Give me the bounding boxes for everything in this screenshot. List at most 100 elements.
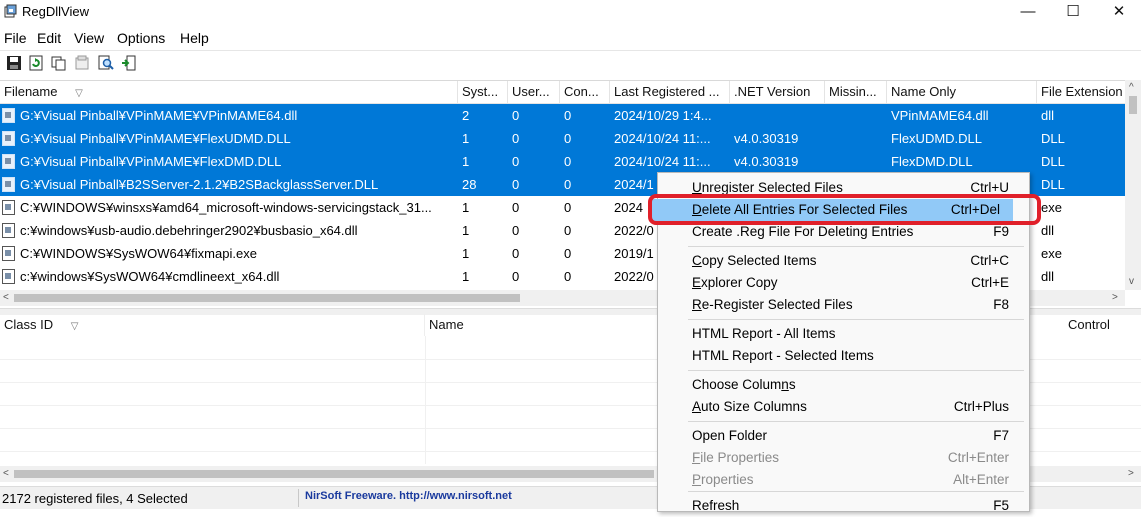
table-cell bbox=[825, 150, 887, 173]
column-divider bbox=[425, 336, 426, 464]
table-cell: 0 bbox=[512, 154, 520, 169]
table-row[interactable]: G:¥Visual Pinball¥VPinMAME¥FlexDMD.DLL 1 0… bbox=[0, 150, 1125, 173]
menu-item-text: nregister Selected Files bbox=[701, 180, 843, 195]
menu-item-text: Refresh bbox=[692, 498, 740, 513]
menu-item[interactable]: Auto Size Columns Ctrl+Plus bbox=[658, 396, 1029, 418]
app-icon bbox=[4, 4, 18, 18]
scroll-left-icon[interactable]: < bbox=[3, 468, 9, 479]
copy-icon[interactable] bbox=[51, 55, 67, 71]
table-cell: FlexDMD.DLL bbox=[891, 154, 973, 169]
menu-item[interactable]: File Properties Ctrl+Enter bbox=[658, 447, 1029, 469]
maximize-button[interactable]: ☐ bbox=[1050, 0, 1096, 24]
menu-item-text: HTML Report - Selected Items bbox=[692, 348, 874, 363]
menu-item-shortcut: F8 bbox=[993, 297, 1009, 312]
table-cell bbox=[825, 127, 887, 150]
table-cell: G:¥Visual Pinball¥B2SServer-2.1.2¥B2SBac… bbox=[20, 177, 379, 192]
menu-view[interactable]: View bbox=[74, 30, 104, 46]
vertical-scrollbar[interactable]: ^ v bbox=[1125, 80, 1141, 290]
table-cell: FlexUDMD.DLL bbox=[891, 131, 983, 146]
table-cell: 28 bbox=[462, 177, 477, 192]
column-header-missing[interactable]: Missin... bbox=[825, 81, 887, 103]
column-header-filename[interactable]: Filename ▽ bbox=[0, 81, 458, 103]
nirsoft-link[interactable]: NirSoft Freeware. http://www.nirsoft.net bbox=[305, 490, 512, 502]
title-bar: RegDllView — ☐ ✕ bbox=[0, 0, 1141, 24]
column-header-net-version[interactable]: .NET Version bbox=[730, 81, 825, 103]
menu-item-shortcut: Ctrl+E bbox=[971, 275, 1009, 290]
menu-item-text: opy Selected Items bbox=[701, 253, 817, 268]
window-title: RegDllView bbox=[22, 4, 89, 19]
menu-options[interactable]: Options bbox=[117, 30, 165, 46]
table-cell: v4.0.30319 bbox=[734, 131, 799, 146]
menu-item-text: Create .Reg File For Deleting Entries bbox=[692, 224, 914, 239]
table-cell: 0 bbox=[564, 200, 572, 215]
close-button[interactable]: ✕ bbox=[1096, 0, 1141, 24]
menu-item[interactable]: Choose Columns bbox=[658, 374, 1029, 396]
table-cell: 1 bbox=[462, 131, 470, 146]
table-cell: dll bbox=[1041, 223, 1055, 238]
table-cell: 0 bbox=[564, 177, 572, 192]
file-icon bbox=[2, 269, 15, 284]
menu-item[interactable]: Explorer Copy Ctrl+E bbox=[658, 272, 1029, 294]
menu-item-shortcut: Ctrl+Enter bbox=[947, 450, 1009, 465]
exit-icon[interactable] bbox=[121, 55, 137, 71]
column-header-name[interactable]: Name bbox=[425, 314, 665, 336]
table-cell: 2024/10/24 11:... bbox=[614, 131, 711, 146]
refresh-icon[interactable] bbox=[28, 55, 44, 71]
properties-icon[interactable] bbox=[74, 55, 90, 71]
scroll-thumb[interactable] bbox=[1129, 96, 1137, 114]
menu-edit[interactable]: Edit bbox=[37, 30, 61, 46]
table-cell: dll bbox=[1041, 108, 1055, 123]
menu-item-label: Auto Size Columns bbox=[692, 396, 807, 418]
menu-item[interactable]: Refresh F5 bbox=[658, 495, 1029, 517]
column-header-control[interactable]: Control bbox=[1064, 314, 1141, 336]
table-row[interactable]: G:¥Visual Pinball¥VPinMAME¥VPinMAME64.dl… bbox=[0, 104, 1125, 127]
menu-item-accelerator: E bbox=[692, 275, 702, 290]
menu-item-text: xplorer Copy bbox=[701, 275, 778, 290]
table-cell bbox=[730, 104, 825, 127]
minimize-button[interactable]: — bbox=[1005, 0, 1051, 24]
column-header-class-id[interactable]: Class ID ▽ bbox=[0, 314, 425, 336]
find-icon[interactable] bbox=[98, 55, 114, 71]
column-header-user[interactable]: User... bbox=[508, 81, 560, 103]
table-cell: 0 bbox=[564, 108, 572, 123]
menu-separator bbox=[688, 246, 1024, 247]
table-cell: 2024/10/24 11:... bbox=[614, 154, 711, 169]
scroll-right-icon[interactable]: > bbox=[1112, 292, 1118, 303]
table-cell: DLL bbox=[1041, 154, 1065, 169]
menu-item-accelerator: A bbox=[692, 399, 702, 414]
menu-item[interactable]: HTML Report - Selected Items bbox=[658, 345, 1029, 367]
menu-item-shortcut: Alt+Enter bbox=[953, 472, 1009, 487]
menu-item[interactable]: HTML Report - All Items bbox=[658, 323, 1029, 345]
menu-item-label: HTML Report - All Items bbox=[692, 323, 836, 345]
menu-file[interactable]: File bbox=[4, 30, 27, 46]
column-header-name-only[interactable]: Name Only bbox=[887, 81, 1037, 103]
scroll-down-icon[interactable]: v bbox=[1129, 276, 1134, 287]
column-header-system[interactable]: Syst... bbox=[458, 81, 508, 103]
scroll-thumb[interactable] bbox=[14, 470, 654, 478]
column-header-file-extension[interactable]: File Extension bbox=[1037, 81, 1125, 103]
menu-item[interactable]: Open Folder F7 bbox=[658, 425, 1029, 447]
scroll-right-icon[interactable]: > bbox=[1128, 468, 1134, 479]
file-icon bbox=[2, 200, 15, 215]
table-cell: 0 bbox=[564, 246, 572, 261]
table-cell: 0 bbox=[564, 269, 572, 284]
table-cell bbox=[825, 104, 887, 127]
scroll-left-icon[interactable]: < bbox=[3, 292, 9, 303]
table-cell: 2024/10/29 1:4... bbox=[614, 108, 712, 123]
file-icon bbox=[2, 177, 15, 192]
save-icon[interactable] bbox=[6, 55, 22, 71]
table-cell: VPinMAME64.dll bbox=[891, 108, 989, 123]
scroll-thumb[interactable] bbox=[14, 294, 520, 302]
column-header-last-registered[interactable]: Last Registered ... bbox=[610, 81, 730, 103]
menu-item[interactable]: Copy Selected Items Ctrl+C bbox=[658, 250, 1029, 272]
menu-item[interactable]: Properties Alt+Enter bbox=[658, 469, 1029, 491]
menu-help[interactable]: Help bbox=[180, 30, 209, 46]
file-icon bbox=[2, 246, 15, 261]
menu-item-label: File Properties bbox=[692, 447, 779, 469]
menu-item[interactable]: Re-Register Selected Files F8 bbox=[658, 294, 1029, 316]
table-row[interactable]: G:¥Visual Pinball¥VPinMAME¥FlexUDMD.DLL 1… bbox=[0, 127, 1125, 150]
files-list-header: Filename ▽ Syst... User... Con... Last R… bbox=[0, 81, 1125, 104]
menu-item-label: HTML Report - Selected Items bbox=[692, 345, 874, 367]
column-header-con[interactable]: Con... bbox=[560, 81, 610, 103]
scroll-up-icon[interactable]: ^ bbox=[1129, 82, 1134, 93]
